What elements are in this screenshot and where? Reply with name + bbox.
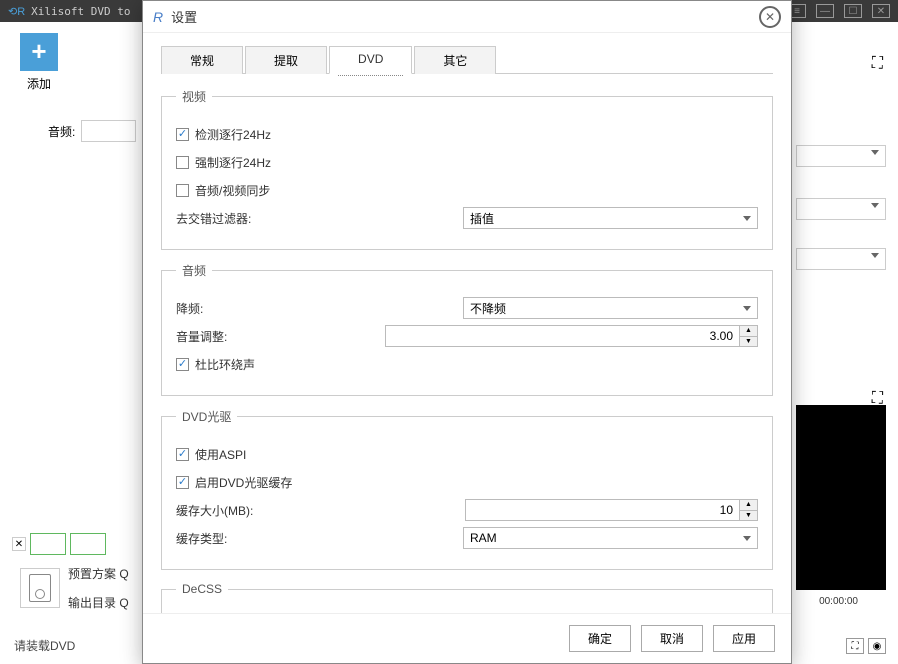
- dialog-tabs: 常规 提取 DVD 其它: [161, 45, 773, 74]
- chevron-down-icon: [743, 536, 751, 541]
- settings-dialog: R 设置 ✕ 常规 提取 DVD 其它 视频 检测逐行24Hz 强制逐行24Hz…: [142, 0, 792, 664]
- checkbox-icon: [176, 128, 189, 141]
- right-dropdown-1[interactable]: [796, 145, 886, 167]
- audio-label: 音频:: [48, 123, 75, 140]
- volume-spinner[interactable]: ▲▼: [740, 325, 758, 347]
- spin-down-icon[interactable]: ▼: [740, 511, 757, 521]
- right-dropdown-2[interactable]: [796, 198, 886, 220]
- dolby-checkbox[interactable]: 杜比环绕声: [176, 356, 255, 373]
- dvd-drive-group: DVD光驱 使用ASPI 启用DVD光驱缓存 缓存大小(MB): ▲▼ 缓存类型…: [161, 408, 773, 570]
- downmix-label: 降频:: [176, 300, 306, 317]
- cache-size-input[interactable]: [465, 499, 740, 521]
- spin-up-icon[interactable]: ▲: [740, 500, 757, 511]
- downmix-select[interactable]: 不降频: [463, 297, 758, 319]
- volume-label: 音量调整:: [176, 328, 306, 345]
- thumb-close-icon[interactable]: ✕: [12, 537, 26, 551]
- dialog-body: 常规 提取 DVD 其它 视频 检测逐行24Hz 强制逐行24Hz 音频/视频同…: [143, 33, 791, 613]
- chevron-down-icon: [743, 216, 751, 221]
- apply-button[interactable]: 应用: [713, 625, 775, 652]
- plus-icon: +: [20, 33, 58, 71]
- checkbox-icon: [176, 184, 189, 197]
- maximize-icon[interactable]: ☐: [844, 4, 862, 18]
- cancel-button[interactable]: 取消: [641, 625, 703, 652]
- cache-size-label: 缓存大小(MB):: [176, 502, 306, 519]
- video-legend: 视频: [176, 88, 212, 105]
- decss-legend: DeCSS: [176, 582, 228, 596]
- deinterlace-label: 去交错过滤器:: [176, 210, 306, 227]
- output-label: 输出目录 Q: [68, 594, 129, 611]
- spin-up-icon[interactable]: ▲: [740, 326, 757, 337]
- cache-size-spinner[interactable]: ▲▼: [740, 499, 758, 521]
- preview-pane: [796, 405, 886, 590]
- audio-legend: 音频: [176, 262, 212, 279]
- tab-rip[interactable]: 提取: [245, 46, 327, 74]
- preset-label: 预置方案 Q: [68, 565, 129, 582]
- detect-progressive-checkbox[interactable]: 检测逐行24Hz: [176, 126, 271, 143]
- ok-button[interactable]: 确定: [569, 625, 631, 652]
- dialog-close-button[interactable]: ✕: [759, 6, 781, 28]
- dialog-title: 设置: [171, 7, 197, 26]
- dialog-footer: 确定 取消 应用: [143, 613, 791, 663]
- window-controls: ≡ — ☐ ✕: [788, 4, 890, 18]
- tab-other[interactable]: 其它: [414, 46, 496, 74]
- drive-cache-checkbox[interactable]: 启用DVD光驱缓存: [176, 474, 292, 491]
- volume-input[interactable]: [385, 325, 740, 347]
- dvd-panel: 视频 检测逐行24Hz 强制逐行24Hz 音频/视频同步 去交错过滤器: 插值 …: [161, 88, 773, 613]
- fullscreen-icon[interactable]: ⛶: [872, 55, 883, 73]
- fullscreen-small-icon[interactable]: ⛶: [846, 638, 864, 654]
- close-icon[interactable]: ✕: [872, 4, 890, 18]
- checkbox-icon: [176, 156, 189, 169]
- preview-controls: ⛶ ◉: [846, 638, 886, 654]
- tab-dvd[interactable]: DVD: [329, 46, 412, 74]
- right-dropdown-3[interactable]: [796, 248, 886, 270]
- deinterlace-select[interactable]: 插值: [463, 207, 758, 229]
- audio-group: 音频 降频: 不降频 音量调整: ▲▼ 杜比环绕声: [161, 262, 773, 396]
- status-text: 请装载DVD: [14, 637, 75, 654]
- thumbnail-1[interactable]: [30, 533, 66, 555]
- app-title: Xilisoft DVD to: [31, 5, 130, 18]
- thumbnail-2[interactable]: [70, 533, 106, 555]
- audio-row: 音频:: [48, 120, 136, 142]
- audio-input[interactable]: [81, 120, 136, 142]
- dialog-titlebar: R 设置 ✕: [143, 1, 791, 33]
- aspi-checkbox[interactable]: 使用ASPI: [176, 446, 246, 463]
- add-button[interactable]: + 添加: [20, 33, 58, 92]
- add-label: 添加: [27, 75, 51, 92]
- decss-group: DeCSS DeMacroVision 密码搜索: 一次: [161, 582, 773, 613]
- checkbox-icon: [176, 358, 189, 371]
- minimize-icon[interactable]: —: [816, 4, 834, 18]
- preset-section: 预置方案 Q 输出目录 Q: [20, 565, 129, 611]
- preview-time: 00:00:00: [819, 596, 858, 607]
- checkbox-icon: [176, 476, 189, 489]
- force-progressive-checkbox[interactable]: 强制逐行24Hz: [176, 154, 271, 171]
- tab-general[interactable]: 常规: [161, 46, 243, 74]
- dialog-logo-icon: R: [153, 9, 163, 25]
- spin-down-icon[interactable]: ▼: [740, 337, 757, 347]
- cache-type-select[interactable]: RAM: [463, 527, 758, 549]
- app-logo-icon: ⟲R: [8, 5, 25, 18]
- cache-type-label: 缓存类型:: [176, 530, 306, 547]
- video-group: 视频 检测逐行24Hz 强制逐行24Hz 音频/视频同步 去交错过滤器: 插值: [161, 88, 773, 250]
- checkbox-icon: [176, 448, 189, 461]
- thumbnail-bar: ✕: [12, 533, 106, 555]
- camera-icon[interactable]: ◉: [868, 638, 886, 654]
- dvd-drive-legend: DVD光驱: [176, 408, 237, 425]
- chevron-down-icon: [743, 306, 751, 311]
- ipod-device-icon[interactable]: [20, 568, 60, 608]
- av-sync-checkbox[interactable]: 音频/视频同步: [176, 182, 270, 199]
